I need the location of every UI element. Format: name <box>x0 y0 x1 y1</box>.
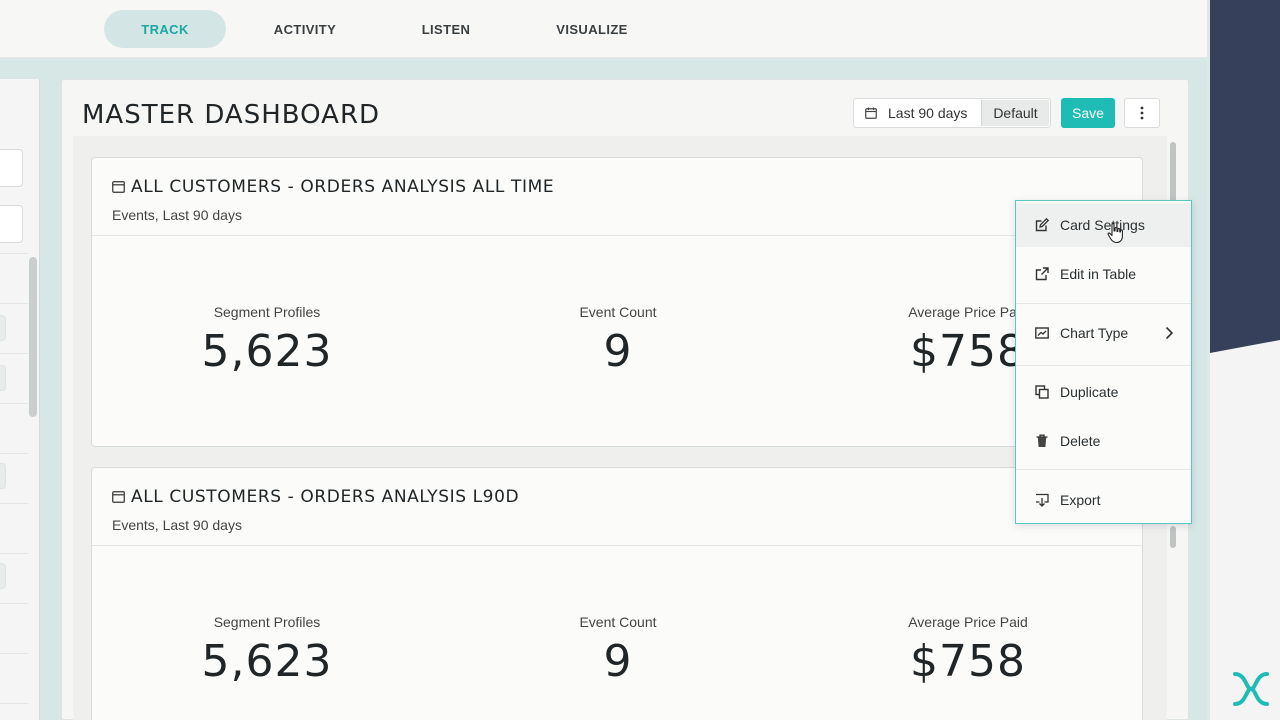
card-subtitle: Events, Last 90 days <box>112 517 242 533</box>
edit-icon <box>1035 218 1049 232</box>
chart-icon <box>1035 327 1049 339</box>
menu-item-chart-type[interactable]: Chart Type <box>1016 311 1191 355</box>
divider <box>0 653 28 654</box>
divider <box>0 703 28 704</box>
divider <box>0 553 28 554</box>
metric-label: Event Count <box>579 304 657 320</box>
sidebar-item[interactable] <box>0 563 6 589</box>
metric-event-count: Event Count 9 <box>538 304 698 377</box>
metric-label: Event Count <box>579 614 657 630</box>
date-range-picker[interactable]: Last 90 days Default <box>853 98 1051 128</box>
tab-activity[interactable]: ACTIVITY <box>244 10 366 48</box>
menu-item-delete[interactable]: Delete <box>1016 419 1191 463</box>
kebab-icon <box>1140 106 1144 120</box>
divider <box>0 603 28 604</box>
metric-value: 5,623 <box>201 636 333 687</box>
divider <box>0 403 28 404</box>
top-nav: TRACK ACTIVITY LISTEN VISUALIZE <box>0 0 1207 58</box>
scrollbar-thumb[interactable] <box>1170 526 1176 548</box>
tab-track[interactable]: TRACK <box>104 10 226 48</box>
more-options-button[interactable] <box>1124 98 1160 128</box>
date-range-label: Last 90 days <box>888 105 968 121</box>
card-header: ALL CUSTOMERS - ORDERS ANALYSIS L90D Eve… <box>92 468 1142 546</box>
calendar-icon <box>112 181 125 193</box>
tab-visualize[interactable]: VISUALIZE <box>531 10 653 48</box>
left-sidebar <box>0 79 40 720</box>
card-header: ALL CUSTOMERS - ORDERS ANALYSIS ALL TIME… <box>92 158 1142 236</box>
metric-average-price: Average Price Paid $758 <box>888 614 1048 687</box>
metric-value: $758 <box>910 636 1026 687</box>
brand-logo-icon <box>1233 672 1269 706</box>
default-range-button[interactable]: Default <box>981 100 1049 126</box>
export-icon <box>1036 493 1049 507</box>
menu-item-edit-in-table[interactable]: Edit in Table <box>1016 252 1191 296</box>
menu-item-export[interactable]: Export <box>1016 478 1191 522</box>
dashboard-canvas: ALL CUSTOMERS - ORDERS ANALYSIS ALL TIME… <box>73 136 1167 720</box>
menu-item-label: Edit in Table <box>1060 266 1137 282</box>
chevron-right-icon <box>1165 326 1174 340</box>
calendar-icon <box>865 107 877 119</box>
metric-value: 9 <box>603 326 633 377</box>
sidebar-item[interactable] <box>0 463 6 489</box>
menu-item-label: Export <box>1060 492 1101 508</box>
tab-listen[interactable]: LISTEN <box>385 10 507 48</box>
metric-segment-profiles: Segment Profiles 5,623 <box>187 304 347 377</box>
metric-value: 9 <box>603 636 633 687</box>
metric-value: 5,623 <box>201 326 333 377</box>
divider <box>0 353 28 354</box>
menu-item-label: Duplicate <box>1060 384 1119 400</box>
card-context-menu: Card Settings Edit in Table Chart Type D… <box>1015 200 1192 524</box>
menu-divider <box>1016 365 1191 366</box>
hand-cursor-icon <box>1107 222 1123 244</box>
divider <box>0 253 28 254</box>
calendar-icon <box>112 491 125 503</box>
divider <box>0 303 28 304</box>
card-title: ALL CUSTOMERS - ORDERS ANALYSIS L90D <box>131 487 520 507</box>
sidebar-item[interactable] <box>0 365 6 391</box>
metric-segment-profiles: Segment Profiles 5,623 <box>187 614 347 687</box>
card-title: ALL CUSTOMERS - ORDERS ANALYSIS ALL TIME <box>131 177 555 197</box>
sidebar-input-2[interactable] <box>0 205 23 243</box>
metric-label: Segment Profiles <box>213 614 321 630</box>
page-title: MASTER DASHBOARD <box>82 100 381 130</box>
menu-divider <box>1016 469 1191 470</box>
metric-label: Average Price Paid <box>908 614 1028 630</box>
dashboard-card: ALL CUSTOMERS - ORDERS ANALYSIS L90D Eve… <box>91 467 1143 720</box>
trash-icon <box>1036 434 1048 447</box>
menu-item-duplicate[interactable]: Duplicate <box>1016 370 1191 414</box>
copy-icon <box>1035 385 1049 399</box>
external-link-icon <box>1035 267 1049 281</box>
save-button[interactable]: Save <box>1061 98 1115 128</box>
metric-label: Segment Profiles <box>213 304 321 320</box>
menu-item-card-settings[interactable]: Card Settings <box>1016 203 1191 247</box>
dashboard-card: ALL CUSTOMERS - ORDERS ANALYSIS ALL TIME… <box>91 157 1143 447</box>
divider <box>0 453 28 454</box>
sidebar-scrollbar[interactable] <box>29 257 37 417</box>
card-subtitle: Events, Last 90 days <box>112 207 242 223</box>
divider <box>0 503 28 504</box>
menu-divider <box>1016 303 1191 304</box>
sidebar-item[interactable] <box>0 315 6 341</box>
sidebar-input-1[interactable] <box>0 149 23 187</box>
menu-item-label: Card Settings <box>1060 217 1145 233</box>
metric-event-count: Event Count 9 <box>538 614 698 687</box>
menu-item-label: Delete <box>1060 433 1101 449</box>
menu-item-label: Chart Type <box>1060 325 1129 341</box>
